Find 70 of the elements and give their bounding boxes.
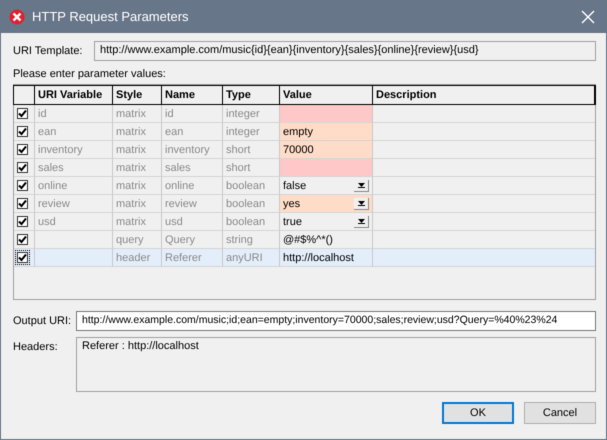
column-header[interactable]: Name (162, 86, 223, 104)
close-icon[interactable] (581, 10, 595, 24)
uri-template-label: URI Template: (13, 45, 84, 57)
dropdown-arrow-icon[interactable] (358, 218, 364, 224)
table-cell: sales (35, 159, 113, 177)
checkbox[interactable] (17, 180, 28, 191)
table-cell: id (162, 105, 223, 123)
column-header[interactable]: Type (223, 86, 280, 104)
dialog-button[interactable]: OK (442, 402, 514, 424)
value-text[interactable]: false (283, 180, 306, 192)
output-uri-field[interactable]: http://www.example.com/music;id;ean=empty;inventory=70000;sales;review;usd?Query=%40%23%24 (76, 311, 596, 331)
table-cell: matrix (113, 213, 162, 231)
value-cell[interactable]: 70000 (280, 141, 373, 159)
checkbox[interactable] (17, 198, 28, 209)
table-cell: matrix (113, 123, 162, 141)
table-cell: inventory (35, 141, 113, 159)
checkbox[interactable] (17, 108, 28, 119)
checkbox[interactable] (17, 162, 28, 173)
value-text[interactable]: http://localhost (283, 252, 354, 264)
uri-template-field[interactable]: http://www.example.com/music{id}{ean}{inventory}{sales}{online}{review}{usd} (94, 41, 596, 61)
table-cell: inventory (162, 141, 223, 159)
checkbox[interactable] (17, 144, 28, 155)
column-header[interactable]: Style (113, 86, 162, 104)
table-cell: header (113, 249, 162, 267)
column-header[interactable]: Value (280, 86, 373, 104)
output-uri-label: Output URI: (13, 314, 72, 327)
table-cell: ean (162, 123, 223, 141)
value-text[interactable]: 70000 (283, 144, 314, 156)
prompt-text: Please enter parameter values: (13, 68, 167, 82)
checkbox[interactable] (17, 216, 28, 227)
table-cell: matrix (113, 159, 162, 177)
table-cell: usd (35, 213, 113, 231)
value-cell[interactable] (280, 105, 373, 123)
column-header[interactable]: URI Variable (35, 86, 113, 104)
table-cell: matrix (113, 177, 162, 195)
table-cell: anyURI (223, 249, 280, 267)
table-cell: online (162, 177, 223, 195)
window-title: HTTP Request Parameters (32, 9, 190, 24)
table-cell: usd (162, 213, 223, 231)
app-icon (9, 8, 25, 24)
column-header[interactable]: Description (373, 86, 595, 104)
table-cell: online (35, 177, 113, 195)
value-text[interactable]: @#$%^*() (283, 234, 333, 246)
table-cell: boolean (223, 213, 280, 231)
value-cell[interactable]: true (280, 213, 373, 231)
checkbox[interactable] (17, 252, 28, 263)
value-cell[interactable]: http://localhost (280, 249, 373, 267)
headers-field[interactable]: Referer : http://localhost (76, 337, 596, 392)
table-cell: boolean (223, 177, 280, 195)
table-cell: matrix (113, 105, 162, 123)
value-cell[interactable]: yes (280, 195, 373, 213)
headers-label: Headers: (13, 340, 59, 353)
value-text[interactable]: empty (283, 126, 313, 138)
value-text[interactable]: yes (283, 198, 300, 210)
table-cell: ean (35, 123, 113, 141)
table-cell: id (35, 105, 113, 123)
checkbox[interactable] (17, 126, 28, 137)
table-cell: review (35, 195, 113, 213)
value-text[interactable]: true (283, 216, 302, 228)
table-cell: Referer (162, 249, 223, 267)
value-cell[interactable] (280, 159, 373, 177)
table-cell: matrix (113, 141, 162, 159)
table-cell: sales (162, 159, 223, 177)
table-cell: matrix (113, 195, 162, 213)
dropdown-arrow-icon[interactable] (358, 182, 364, 188)
table-cell: review (162, 195, 223, 213)
dialog-button[interactable]: Cancel (524, 402, 596, 424)
dropdown-arrow-icon[interactable] (358, 200, 364, 206)
checkbox[interactable] (17, 234, 28, 245)
value-cell[interactable]: empty (280, 123, 373, 141)
